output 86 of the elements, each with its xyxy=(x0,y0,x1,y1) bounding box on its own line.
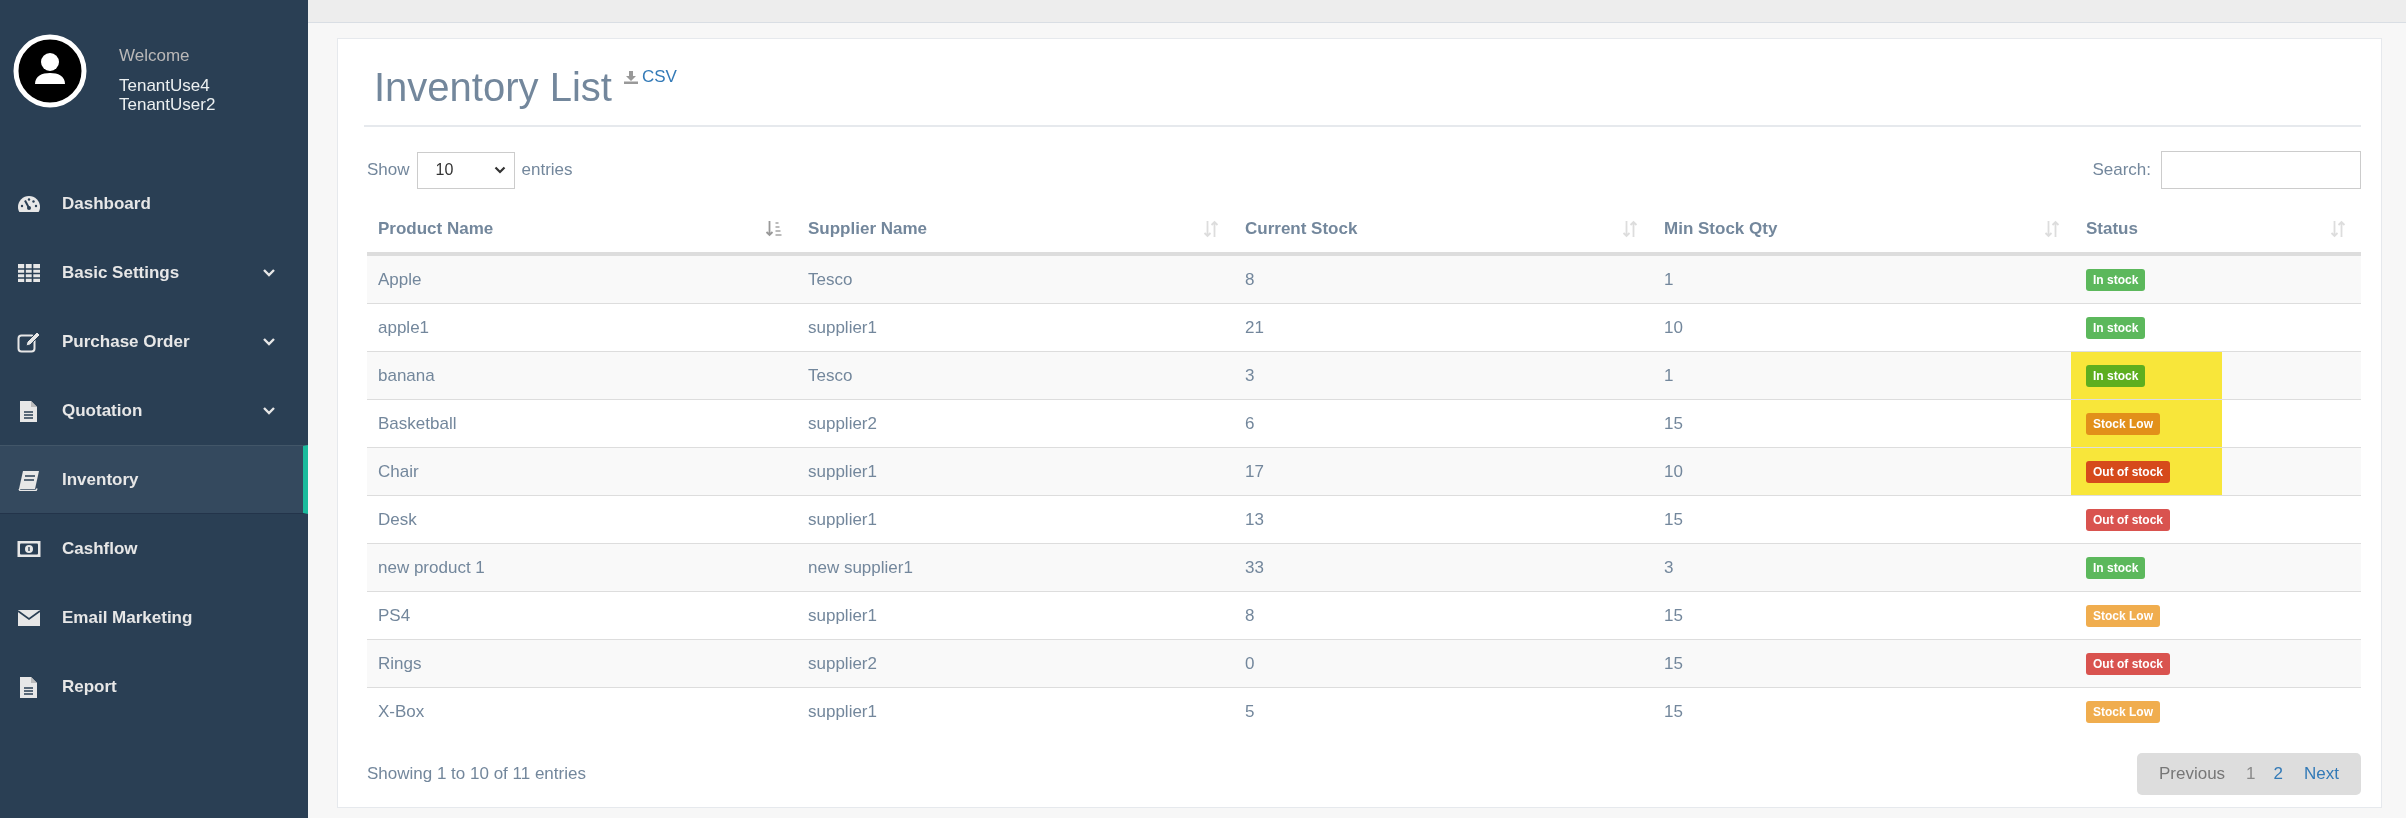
chevron-down-icon xyxy=(262,267,276,278)
avatar-icon xyxy=(13,34,87,108)
table-cell-text: Tesco xyxy=(807,269,854,290)
page-link[interactable]: 2 xyxy=(2264,764,2293,784)
table-cell-text: 5 xyxy=(1244,701,1256,722)
table-cell-text: 3 xyxy=(1663,557,1675,578)
table-cell-text: 33 xyxy=(1244,557,1265,578)
download-icon xyxy=(623,70,638,84)
search-field[interactable] xyxy=(2161,151,2361,189)
status-badge: In stock xyxy=(2086,364,2146,387)
table-cell-text: Rings xyxy=(377,653,423,674)
table-cell-text: supplier1 xyxy=(807,461,878,482)
page-size-select[interactable]: 10 xyxy=(416,151,515,189)
menu-item[interactable]: Dashboard xyxy=(0,169,308,238)
table-cell-text: new supplier1 xyxy=(807,557,914,578)
csv-export-link[interactable]: CSV xyxy=(623,67,677,87)
page-title: Inventory List xyxy=(374,64,612,111)
book-icon xyxy=(17,468,41,491)
table-cell-text: supplier2 xyxy=(807,413,878,434)
table-cell-text: Chair xyxy=(377,461,420,482)
table-cell-text: 15 xyxy=(1663,653,1684,674)
menu-item[interactable]: Basic Settings xyxy=(0,238,308,307)
show-label: Show xyxy=(367,160,410,180)
table-cell-text: Desk xyxy=(377,509,418,530)
table-cell-text: 13 xyxy=(1244,509,1265,530)
table-cell-text: 15 xyxy=(1663,413,1684,434)
table-cell-text: 17 xyxy=(1244,461,1265,482)
status-badge: In stock xyxy=(2086,268,2146,291)
user-name: TenantUse4 xyxy=(119,76,211,95)
table-cell-text: 1 xyxy=(1663,269,1675,290)
table-cell-text: 10 xyxy=(1663,461,1684,482)
table-cell-text: X-Box xyxy=(377,701,426,722)
table-cell-text: 6 xyxy=(1244,413,1256,434)
table-cell-text: 21 xyxy=(1244,317,1265,338)
search-label: Search: xyxy=(2092,160,2151,180)
user-name: TenantUser2 xyxy=(119,95,216,114)
table-cell-text: 0 xyxy=(1244,653,1256,674)
menu-item[interactable]: Cashflow xyxy=(0,514,308,583)
column-header[interactable]: Supplier Name xyxy=(797,218,1234,239)
table-cell-text: supplier1 xyxy=(807,605,878,626)
table-cell-text: PS4 xyxy=(377,605,412,626)
column-header[interactable]: Product Name xyxy=(367,218,797,239)
table-cell-text: apple1 xyxy=(377,317,431,338)
status-badge: Stock Low xyxy=(2086,412,2160,435)
table-cell-text: 15 xyxy=(1663,605,1684,626)
table-cell-text: supplier2 xyxy=(807,653,878,674)
table-cell-text: banana xyxy=(377,365,436,386)
menu-item[interactable]: Inventory xyxy=(0,445,308,514)
table-cell-text: new product 1 xyxy=(377,557,486,578)
chevron-down-icon xyxy=(493,166,506,174)
menu-item[interactable]: Purchase Order xyxy=(0,307,308,376)
column-header[interactable]: Min Stock Qty xyxy=(1653,218,2075,239)
table-cell-text: 1 xyxy=(1663,365,1675,386)
status-badge: Out of stock xyxy=(2086,508,2170,531)
table-cell-text: Tesco xyxy=(807,365,854,386)
entries-label: entries xyxy=(521,160,573,180)
table-cell-text: 15 xyxy=(1663,701,1684,722)
column-header[interactable]: Current Stock xyxy=(1234,218,1653,239)
table-cell-text: 15 xyxy=(1663,509,1684,530)
entries-info: Showing 1 to 10 of 11 entries xyxy=(367,764,586,784)
table-icon xyxy=(17,261,41,284)
chevron-down-icon xyxy=(262,336,276,347)
welcome-text: Welcome xyxy=(119,46,191,66)
edit-icon xyxy=(17,330,41,353)
column-header[interactable]: Status xyxy=(2075,218,2361,239)
status-badge: Out of stock xyxy=(2086,652,2170,675)
table-cell-text: supplier1 xyxy=(807,701,878,722)
menu-item[interactable]: Report xyxy=(0,652,308,721)
next-button[interactable]: Next xyxy=(2292,764,2351,784)
table-cell-text: Apple xyxy=(377,269,423,290)
table-cell-text: supplier1 xyxy=(807,317,878,338)
table-cell-text: 10 xyxy=(1663,317,1684,338)
status-badge: In stock xyxy=(2086,316,2146,339)
menu-item[interactable]: Email Marketing xyxy=(0,583,308,652)
table-cell-text: 8 xyxy=(1244,269,1256,290)
table-cell-text: Basketball xyxy=(377,413,458,434)
status-badge: In stock xyxy=(2086,556,2146,579)
menu-item[interactable]: Quotation xyxy=(0,376,308,445)
status-badge: Stock Low xyxy=(2086,700,2160,723)
status-badge: Stock Low xyxy=(2086,604,2160,627)
status-badge: Out of stock xyxy=(2086,460,2170,483)
table-cell-text: 8 xyxy=(1244,605,1256,626)
table-cell-text: supplier1 xyxy=(807,509,878,530)
table-cell-text: 3 xyxy=(1244,365,1256,386)
page-link[interactable]: 1 xyxy=(2237,764,2265,784)
chevron-down-icon xyxy=(262,405,276,416)
